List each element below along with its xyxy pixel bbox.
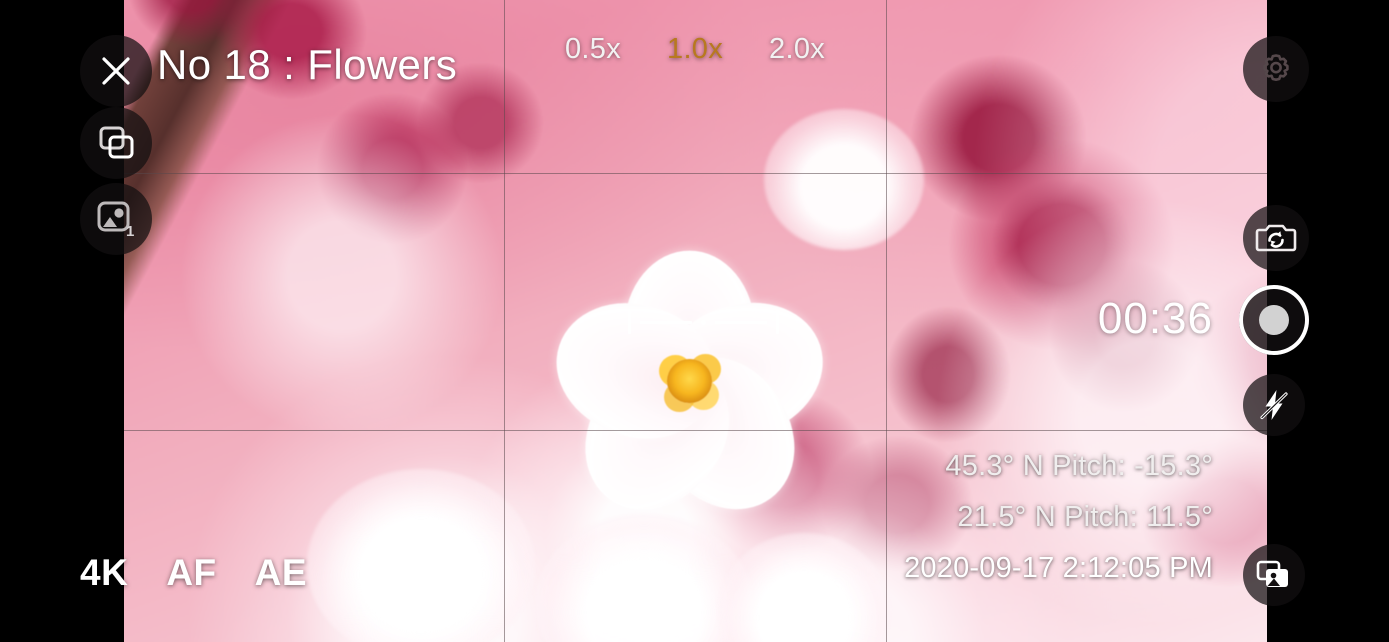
level-segment-left — [640, 320, 692, 324]
media-count-button[interactable]: 1 — [80, 183, 152, 255]
mode-autoexposure[interactable]: AE — [255, 552, 307, 594]
close-button[interactable] — [80, 35, 152, 107]
record-icon — [1259, 305, 1289, 335]
duplicate-icon — [99, 126, 134, 159]
telemetry-heading-pitch-2: 21.5° N Pitch: 11.5° — [957, 501, 1213, 533]
mode-resolution[interactable]: 4K — [80, 552, 128, 594]
photo-frame-icon: 1 — [97, 201, 134, 240]
media-count-badge: 1 — [126, 223, 134, 240]
mode-autofocus[interactable]: AF — [166, 552, 216, 594]
level-tick-right — [776, 310, 779, 334]
telemetry-heading-pitch-1: 45.3° N Pitch: -15.3° — [945, 450, 1213, 482]
zoom-option-0.5x[interactable]: 0.5x — [565, 33, 621, 66]
switch-camera-button[interactable] — [1243, 205, 1309, 271]
telemetry-overlay: 45.3° N Pitch: -15.3° 21.5° N Pitch: 11.… — [904, 441, 1213, 594]
flash-toggle-button[interactable] — [1243, 374, 1305, 436]
camera-flip-icon — [1255, 224, 1297, 252]
gear-icon — [1263, 54, 1289, 81]
duplicate-button[interactable] — [80, 107, 152, 179]
zoom-preset-bar: 0.5x 1.0x 2.0x — [565, 33, 825, 66]
close-icon — [102, 57, 130, 85]
recording-timer: 00:36 — [1097, 294, 1213, 343]
capture-mode-row: 4K AF AE — [80, 552, 307, 594]
zoom-option-1.0x[interactable]: 1.0x — [667, 33, 723, 66]
flash-off-icon — [1260, 390, 1288, 420]
page-title: No 18 : Flowers — [157, 41, 458, 88]
telemetry-timestamp: 2020-09-17 2:12:05 PM — [904, 552, 1213, 584]
camera-viewfinder: No 18 : Flowers 1 0.5x 1.0x 2.0x 00:36 4… — [0, 0, 1389, 642]
camera-overlay-controls: No 18 : Flowers 1 0.5x 1.0x 2.0x 00:36 4… — [0, 0, 1389, 642]
gallery-button[interactable] — [1243, 544, 1305, 606]
settings-button[interactable] — [1243, 36, 1309, 102]
record-button[interactable] — [1239, 285, 1309, 355]
gallery-icon — [1256, 560, 1288, 587]
horizon-level-indicator — [628, 310, 779, 334]
level-segment-right — [715, 320, 767, 324]
zoom-option-2.0x[interactable]: 2.0x — [769, 33, 825, 66]
